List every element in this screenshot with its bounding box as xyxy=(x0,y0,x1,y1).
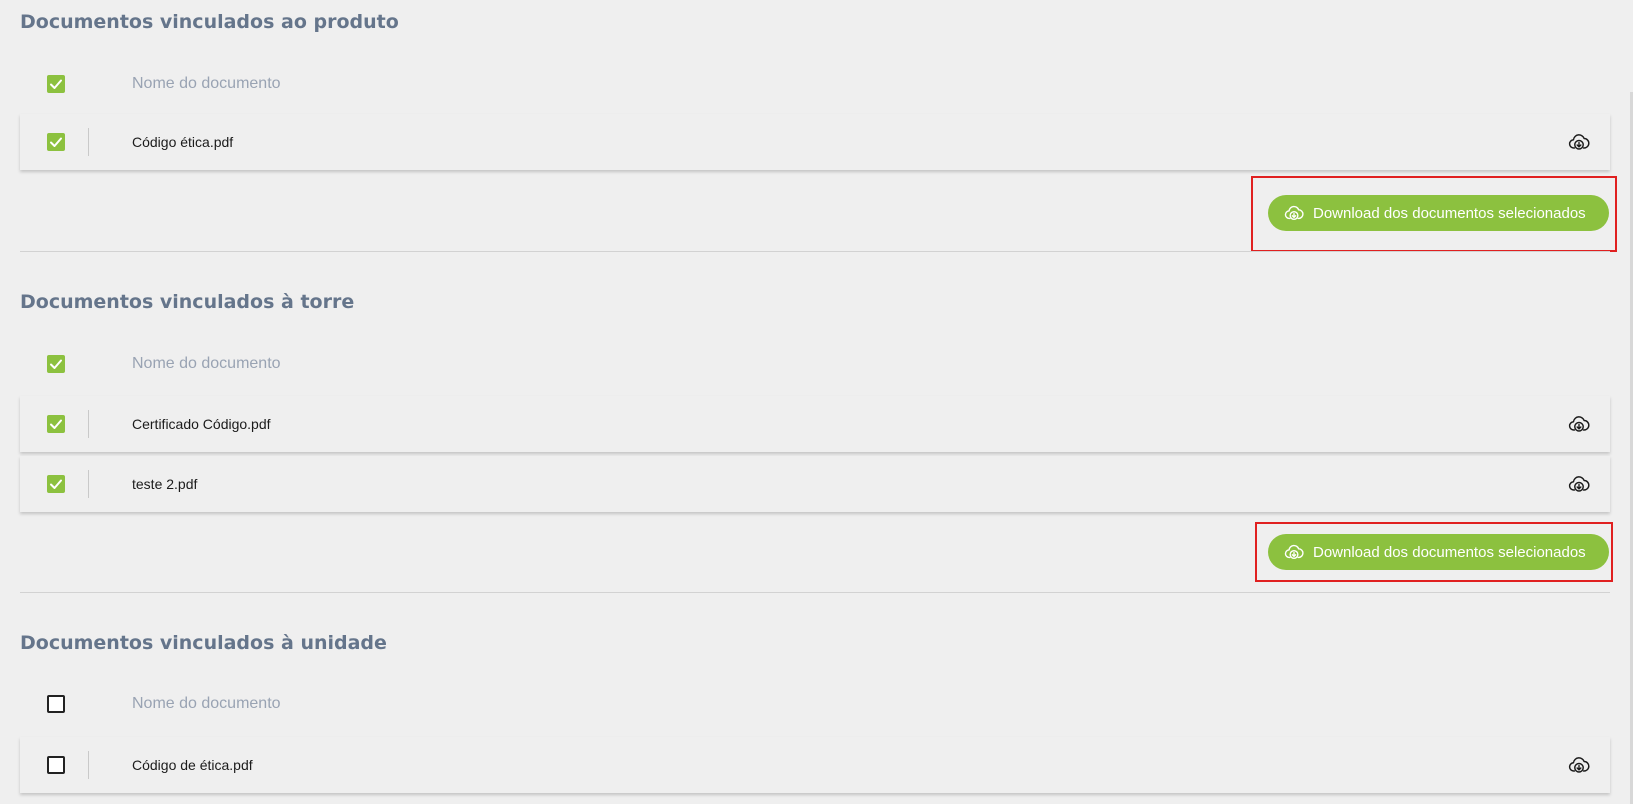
row-checkbox[interactable] xyxy=(47,756,65,774)
select-all-checkbox[interactable] xyxy=(47,695,65,713)
column-header-document-name: Nome do documento xyxy=(132,355,281,372)
download-selected-button[interactable]: Download dos documentos selecionados xyxy=(1268,195,1609,231)
column-header-document-name: Nome do documento xyxy=(132,75,281,92)
table-header-row: Nome do documento xyxy=(20,344,1610,384)
cloud-download-icon xyxy=(1284,542,1304,562)
column-header-document-name: Nome do documento xyxy=(132,695,281,712)
cloud-download-icon[interactable] xyxy=(1568,131,1590,153)
documents-page: Documentos vinculados ao produto Nome do… xyxy=(0,0,1633,804)
row-divider xyxy=(88,470,89,498)
cloud-download-icon[interactable] xyxy=(1568,473,1590,495)
download-button-label: Download dos documentos selecionados xyxy=(1313,204,1586,222)
section-title: Documentos vinculados ao produto xyxy=(20,11,399,33)
document-name: Código ética.pdf xyxy=(132,134,234,150)
section-title: Documentos vinculados à unidade xyxy=(20,632,387,654)
document-name: Código de ética.pdf xyxy=(132,757,253,773)
section-divider xyxy=(20,592,1610,593)
row-checkbox[interactable] xyxy=(47,133,65,151)
download-selected-button[interactable]: Download dos documentos selecionados xyxy=(1268,534,1609,570)
table-header-row: Nome do documento xyxy=(20,684,1610,724)
download-button-label: Download dos documentos selecionados xyxy=(1313,543,1586,561)
document-name: teste 2.pdf xyxy=(132,476,198,492)
row-checkbox[interactable] xyxy=(47,475,65,493)
table-header-row: Nome do documento xyxy=(20,64,1610,104)
row-divider xyxy=(88,410,89,438)
table-row: Código de ética.pdf xyxy=(20,737,1610,793)
cloud-download-icon[interactable] xyxy=(1568,413,1590,435)
row-divider xyxy=(88,128,89,156)
check-icon xyxy=(50,79,62,89)
highlight-box: Download dos documentos selecionados xyxy=(1255,522,1613,582)
table-row: teste 2.pdf xyxy=(20,456,1610,512)
check-icon xyxy=(50,419,62,429)
table-row: Código ética.pdf xyxy=(20,114,1610,170)
check-icon xyxy=(50,359,62,369)
section-divider xyxy=(20,251,1610,252)
row-divider xyxy=(88,751,89,779)
row-checkbox[interactable] xyxy=(47,415,65,433)
table-row: Certificado Código.pdf xyxy=(20,396,1610,452)
highlight-box: Download dos documentos selecionados xyxy=(1251,176,1617,252)
section-title: Documentos vinculados à torre xyxy=(20,291,355,313)
check-icon xyxy=(50,137,62,147)
select-all-checkbox[interactable] xyxy=(47,355,65,373)
cloud-download-icon[interactable] xyxy=(1568,754,1590,776)
select-all-checkbox[interactable] xyxy=(47,75,65,93)
check-icon xyxy=(50,479,62,489)
cloud-download-icon xyxy=(1284,203,1304,223)
document-name: Certificado Código.pdf xyxy=(132,416,271,432)
